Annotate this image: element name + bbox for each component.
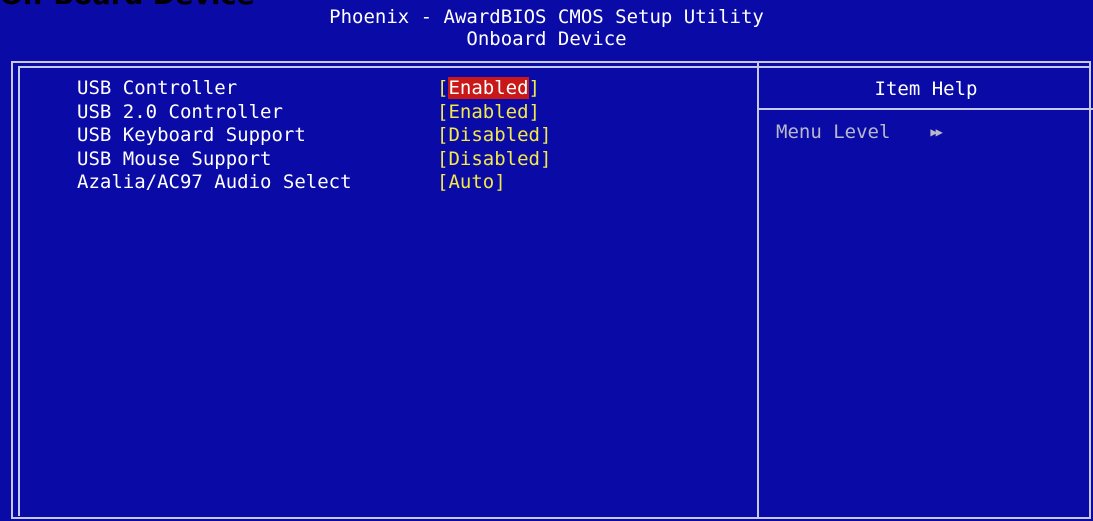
setting-usb-mouse-support[interactable]: USB Mouse Support [Disabled] xyxy=(77,148,737,172)
item-help-title: Item Help xyxy=(874,78,978,100)
setting-value[interactable]: [Disabled] xyxy=(437,148,551,172)
setting-usb-2-controller[interactable]: USB 2.0 Controller [Enabled] xyxy=(77,101,737,125)
setting-value-text: Disabled xyxy=(448,124,540,146)
setting-value-text: Enabled xyxy=(448,77,529,99)
setting-label: USB Mouse Support xyxy=(77,147,272,170)
panel-divider xyxy=(757,63,759,519)
setting-value[interactable]: [Enabled] xyxy=(437,77,540,101)
setting-value[interactable]: [Disabled] xyxy=(437,124,551,148)
setting-value[interactable]: [Enabled] xyxy=(437,101,540,125)
help-divider xyxy=(759,108,1093,110)
setting-value-text: Enabled xyxy=(448,100,529,123)
menu-level: Menu Level ▶▶ xyxy=(776,120,943,144)
setting-value-text: Auto xyxy=(448,171,495,193)
double-arrow-right-icon: ▶▶ xyxy=(930,125,943,139)
setting-usb-controller[interactable]: USB Controller [Enabled] xyxy=(77,77,737,101)
setting-usb-keyboard-support[interactable]: USB Keyboard Support [Disabled] xyxy=(77,124,737,148)
bios-title-bar: Phoenix - AwardBIOS CMOS Setup Utility O… xyxy=(0,6,1093,56)
setting-label: USB Controller xyxy=(77,77,238,99)
setting-label: Azalia/AC97 Audio Select xyxy=(77,171,352,193)
bios-page-title: Onboard Device xyxy=(466,28,627,50)
setting-audio-select[interactable]: Azalia/AC97 Audio Select [Auto] xyxy=(77,171,737,195)
bios-screen: Phoenix - AwardBIOS CMOS Setup Utility O… xyxy=(0,0,1093,521)
menu-level-label: Menu Level xyxy=(776,121,891,143)
setting-label: USB 2.0 Controller xyxy=(77,100,283,123)
setting-value-text: Disabled xyxy=(448,147,540,170)
bios-title: Phoenix - AwardBIOS CMOS Setup Utility xyxy=(329,6,764,28)
setting-value[interactable]: [Auto] xyxy=(437,171,506,195)
setting-label: USB Keyboard Support xyxy=(77,124,306,146)
settings-list: USB Controller [Enabled] USB 2.0 Control… xyxy=(77,77,737,195)
